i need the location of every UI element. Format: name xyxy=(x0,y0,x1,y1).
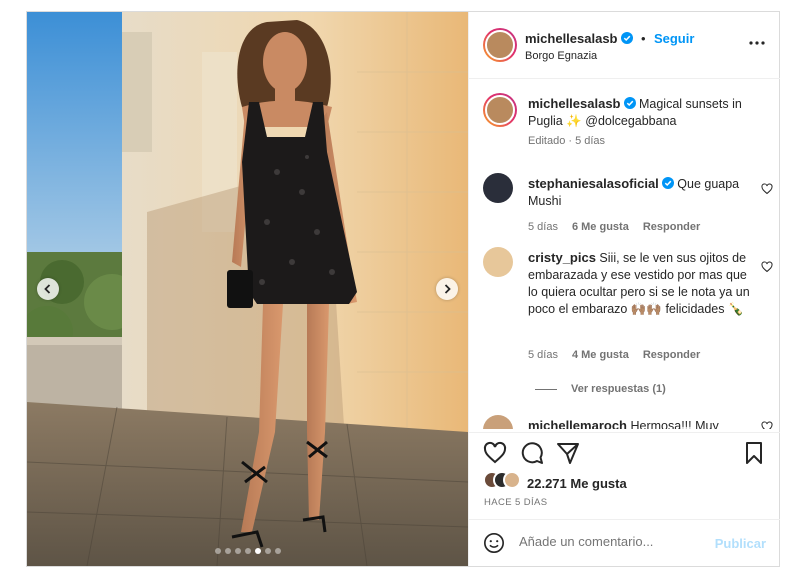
commenter-username[interactable]: cristy_pics xyxy=(528,250,596,265)
bookmark-icon[interactable] xyxy=(742,441,766,465)
chevron-left-icon xyxy=(44,284,51,294)
commenter-avatar[interactable] xyxy=(483,415,513,429)
commenter-username[interactable]: michellemaroch xyxy=(528,418,627,429)
comment-icon[interactable] xyxy=(520,441,544,465)
view-replies-button[interactable]: Ver respuestas (1) xyxy=(535,383,666,395)
comment-age: 5 días xyxy=(528,221,558,233)
more-horizontal-icon[interactable] xyxy=(748,40,766,46)
replies-divider xyxy=(535,388,557,390)
liker-avatar[interactable] xyxy=(503,471,521,489)
carousel-indicator xyxy=(27,548,468,554)
carousel-next-button[interactable] xyxy=(436,278,458,300)
commenter-avatar[interactable] xyxy=(483,247,513,277)
author-avatar[interactable] xyxy=(483,28,517,62)
caption-item: michellesalasb Magical sunsets in Puglia… xyxy=(483,93,773,163)
post-location[interactable]: Borgo Egnazia xyxy=(525,50,597,62)
caption-username[interactable]: michellesalasb xyxy=(528,96,621,111)
post-details-panel: michellesalasb • Seguir Borgo Egnazia mi… xyxy=(468,12,780,566)
comment-body: Hermosa!!! Muy xyxy=(630,419,719,429)
comment-likes[interactable]: 4 Me gusta xyxy=(572,349,629,361)
caption-text: michellesalasb Magical sunsets in Puglia… xyxy=(528,95,753,130)
carousel-dot xyxy=(254,548,261,554)
post-card: michellesalasb • Seguir Borgo Egnazia mi… xyxy=(26,11,780,567)
commenter-avatar[interactable] xyxy=(483,173,513,203)
carousel-dot xyxy=(274,548,281,554)
heart-icon[interactable] xyxy=(483,441,507,465)
reply-button[interactable]: Responder xyxy=(643,349,700,361)
like-comment-heart-icon[interactable] xyxy=(761,183,773,195)
send-icon[interactable] xyxy=(556,441,580,465)
comment-text: michellemaroch Hermosa!!! Muy xyxy=(528,417,753,429)
like-comment-heart-icon[interactable] xyxy=(761,261,773,273)
commenter-username[interactable]: stephaniesalasoficial xyxy=(528,176,659,191)
carousel-dot xyxy=(244,548,251,554)
author-avatar[interactable] xyxy=(483,93,517,127)
comments-list[interactable]: michellesalasb Magical sunsets in Puglia… xyxy=(469,79,780,429)
post-timestamp[interactable]: HACE 5 DÍAS xyxy=(484,497,548,508)
comment-meta: 5 días 4 Me gusta Responder xyxy=(528,349,714,361)
post-photo[interactable] xyxy=(27,12,468,566)
carousel-dot xyxy=(224,548,231,554)
chevron-right-icon xyxy=(444,284,451,294)
comment-text: cristy_pics Siii, se le ven sus ojitos d… xyxy=(528,249,753,318)
photo-scene xyxy=(27,12,468,566)
author-username[interactable]: michellesalasb xyxy=(525,31,618,46)
follow-button[interactable]: Seguir xyxy=(654,31,694,46)
carousel-dot xyxy=(234,548,241,554)
emoji-icon[interactable] xyxy=(483,532,505,554)
likes-count[interactable]: 22.271 Me gusta xyxy=(527,476,627,491)
carousel-dot xyxy=(214,548,221,554)
comment-item: cristy_pics Siii, se le ven sus ojitos d… xyxy=(483,247,773,395)
separator-dot: • xyxy=(640,31,646,46)
comment-item: stephaniesalasoficial Que guapa Mushi 5 … xyxy=(483,173,773,243)
verified-badge-icon xyxy=(623,97,636,109)
comment-age: 5 días xyxy=(528,349,558,361)
action-bar: 22.271 Me gusta HACE 5 DÍAS Publicar xyxy=(469,432,780,567)
reply-button[interactable]: Responder xyxy=(643,221,700,233)
carousel-prev-button[interactable] xyxy=(37,278,59,300)
view-replies-label: Ver respuestas (1) xyxy=(571,383,666,395)
like-comment-heart-icon[interactable] xyxy=(761,421,773,429)
carousel-dot xyxy=(264,548,271,554)
author-line: michellesalasb • Seguir xyxy=(525,30,694,48)
caption-meta: Editado · 5 días xyxy=(528,135,606,147)
comment-item: michellemaroch Hermosa!!! Muy xyxy=(483,415,773,429)
verified-badge-icon xyxy=(661,177,674,189)
comment-input[interactable] xyxy=(517,533,711,550)
verified-badge-icon xyxy=(620,32,633,44)
comment-text: stephaniesalasoficial Que guapa Mushi xyxy=(528,175,753,210)
post-header: michellesalasb • Seguir Borgo Egnazia xyxy=(469,12,780,79)
comment-meta: 5 días 6 Me gusta Responder xyxy=(528,221,714,233)
comment-likes[interactable]: 6 Me gusta xyxy=(572,221,629,233)
comment-composer: Publicar xyxy=(469,519,780,568)
post-comment-button[interactable]: Publicar xyxy=(715,536,766,551)
